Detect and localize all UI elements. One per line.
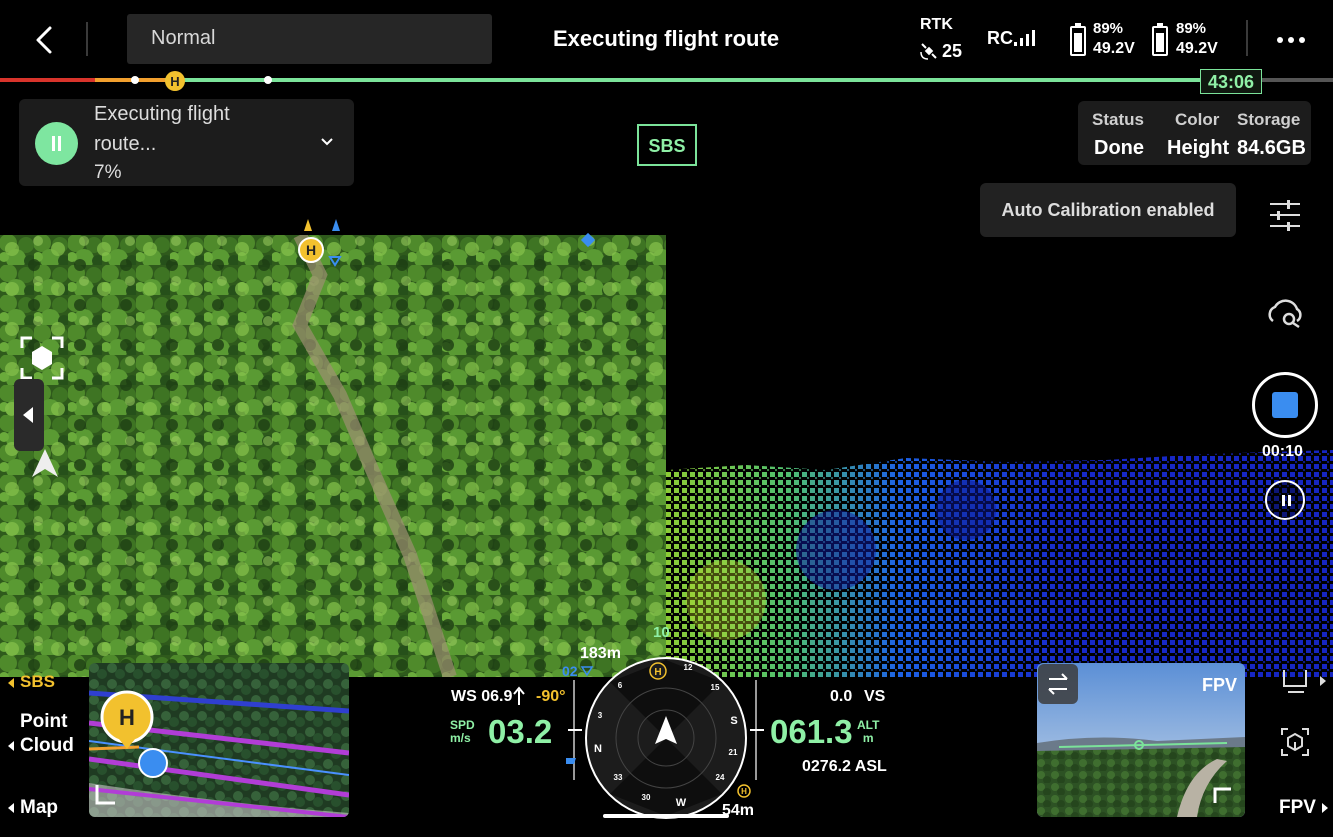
compass-n: N xyxy=(594,743,602,755)
status-header: Status xyxy=(1092,110,1144,129)
marker-10-label: 10 xyxy=(653,624,670,641)
distance-to-target: 183m xyxy=(580,645,621,662)
3d-box-icon[interactable] xyxy=(1280,727,1310,757)
battery-1-percent: 89% xyxy=(1093,20,1124,37)
compass-33: 33 xyxy=(614,773,623,782)
svg-text:H: H xyxy=(119,705,135,730)
stop-recording-button[interactable] xyxy=(1252,372,1318,438)
chevron-down-icon[interactable] xyxy=(317,134,337,150)
flight-timer: 43:06 xyxy=(1200,69,1262,94)
route-status-line1: Executing flight xyxy=(94,103,230,125)
color-header: Color xyxy=(1175,110,1220,129)
wind-speed: WS 06.9 xyxy=(451,688,512,706)
home-marker-icon: H xyxy=(298,219,342,267)
home-indicator xyxy=(603,814,729,818)
fpv-label: FPV xyxy=(1202,675,1238,695)
wind-speed-value: 06.9 xyxy=(481,688,513,705)
svg-text:H: H xyxy=(654,667,661,678)
battery-2-percent: 89% xyxy=(1176,20,1207,37)
horizon-mode-icon[interactable] xyxy=(1280,666,1328,696)
marker-02: 02 xyxy=(562,663,578,679)
battery-2-voltage: 49.2V xyxy=(1176,40,1218,57)
chevron-right-icon xyxy=(1321,802,1328,813)
divider xyxy=(86,22,88,56)
altitude-unit: m xyxy=(862,731,874,745)
compass-3: 3 xyxy=(598,711,603,720)
vertical-speed-value: 0.0 xyxy=(830,688,853,705)
chevron-left-icon xyxy=(8,677,14,688)
attitude-compass: N S W E 12 15 21 24 30 33 3 6 H H 02 xyxy=(562,657,764,819)
compass-w: W xyxy=(676,797,687,809)
chevron-left-icon xyxy=(8,740,14,751)
sbs-view-mode[interactable]: SBS xyxy=(8,672,55,692)
compass-15: 15 xyxy=(711,683,720,692)
fpv-view-mode[interactable]: FPV xyxy=(1279,797,1328,819)
point-cloud-label-line1: Point xyxy=(20,711,68,732)
speed-unit: m/s xyxy=(450,731,471,745)
svg-text:H: H xyxy=(306,242,316,258)
compass-30: 30 xyxy=(642,793,651,802)
sbs-view-label: SBS xyxy=(20,672,55,691)
status-value: Done xyxy=(1094,137,1144,159)
sliders-icon[interactable] xyxy=(1266,198,1304,232)
camera-view[interactable] xyxy=(0,235,666,677)
aircraft-heading-icon xyxy=(32,449,58,477)
altitude-value: 061.3 xyxy=(770,713,853,750)
point-cloud-view-mode[interactable]: Point Cloud xyxy=(8,710,74,758)
signal-bars-icon xyxy=(1014,30,1035,46)
home-point-icon: H xyxy=(165,71,185,91)
map-view-mode[interactable]: Map xyxy=(8,797,58,819)
svg-text:H: H xyxy=(170,74,179,89)
recording-time: 00:10 xyxy=(1262,443,1303,460)
cloud-sync-icon[interactable] xyxy=(1265,295,1305,329)
map-view-label: Map xyxy=(20,797,58,818)
wind-speed-label: WS xyxy=(451,688,477,705)
back-arrow-icon[interactable] xyxy=(28,20,64,60)
flight-progress-line xyxy=(0,76,1333,84)
altitude-asl: 0276.2 ASL xyxy=(802,758,887,775)
pause-recording-button[interactable] xyxy=(1265,480,1305,520)
compass-6: 6 xyxy=(618,681,623,690)
auto-calibration-badge: Auto Calibration enabled xyxy=(980,183,1236,237)
swap-view-button[interactable] xyxy=(1038,664,1078,704)
satellite-count: 25 xyxy=(942,41,963,61)
fpv-view-label: FPV xyxy=(1279,797,1316,818)
page-title: Executing flight route xyxy=(552,26,780,51)
altitude-label: ALT m xyxy=(857,719,879,745)
color-value: Height xyxy=(1167,137,1230,159)
satellite-icon xyxy=(920,43,937,60)
waypoint-icon xyxy=(580,232,596,248)
rc-label: RC xyxy=(987,28,1013,48)
more-icon[interactable] xyxy=(1276,36,1306,44)
route-pause-button[interactable] xyxy=(35,122,78,165)
route-progress: 7% xyxy=(94,162,122,183)
sbs-toggle-button[interactable]: SBS xyxy=(637,124,697,166)
speed-value: 03.2 xyxy=(488,713,553,750)
collapse-panel-handle[interactable] xyxy=(14,379,44,451)
mini-map[interactable]: H xyxy=(89,663,349,817)
battery-2-icon xyxy=(1152,23,1168,56)
divider xyxy=(1246,20,1248,56)
storage-header: Storage xyxy=(1237,110,1301,129)
flight-mode-selector[interactable]: Normal xyxy=(127,14,492,64)
storage-value: 84.6GB xyxy=(1237,137,1306,159)
compass-24: 24 xyxy=(716,773,725,782)
svg-text:H: H xyxy=(741,787,747,796)
swap-icon xyxy=(1048,673,1068,695)
compass-21: 21 xyxy=(729,748,738,757)
point-cloud-label-line2: Cloud xyxy=(20,735,74,756)
rtk-label: RTK xyxy=(920,16,953,33)
battery-1-icon xyxy=(1070,23,1086,56)
chevron-left-icon xyxy=(8,802,14,813)
battery-1-voltage: 49.2V xyxy=(1093,40,1135,57)
frame-target-icon[interactable] xyxy=(20,336,64,380)
compass-s: S xyxy=(730,715,737,727)
wind-direction-icon xyxy=(513,686,525,705)
compass-12: 12 xyxy=(684,663,693,672)
vertical-speed-label: VS xyxy=(864,688,886,705)
speed-label: SPD m/s xyxy=(450,719,475,745)
route-status-line2: route... xyxy=(94,133,157,155)
